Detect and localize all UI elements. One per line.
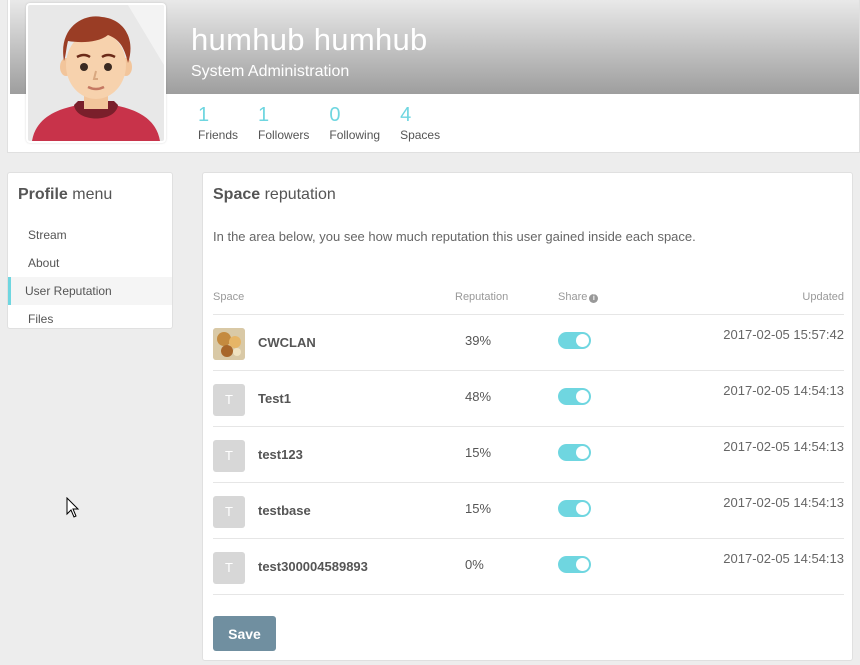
sidebar-item-files[interactable]: Files (8, 305, 172, 333)
column-header-share-label: Share (558, 291, 588, 303)
profile-menu-title-bold: Profile (18, 186, 68, 203)
share-toggle[interactable] (558, 388, 591, 405)
space-logo-icon (213, 328, 245, 360)
space-name[interactable]: testbase (258, 503, 311, 518)
share-toggle[interactable] (558, 332, 591, 349)
stat-count: 0 (329, 104, 341, 126)
sidebar-item-user-reputation[interactable]: User Reputation (8, 277, 172, 305)
column-header-space: Space (213, 291, 245, 303)
toggle-knob (576, 446, 589, 459)
updated-timestamp: 2017-02-05 14:54:13 (723, 551, 844, 566)
stat-count: 1 (198, 104, 210, 126)
panel-title-bold: Space (213, 186, 261, 203)
reputation-value: 15% (465, 501, 492, 516)
info-icon[interactable]: i (589, 294, 599, 303)
toggle-knob (576, 558, 589, 571)
reputation-value: 15% (465, 445, 492, 460)
stat-friends[interactable]: 1 Friends (198, 103, 238, 143)
profile-menu-title: Profile menu (8, 173, 172, 221)
table-row: T test123 15% 2017-02-05 14:54:13 (213, 427, 844, 483)
profile-menu: Profile menu Stream About User Reputatio… (7, 172, 173, 329)
profile-menu-title-rest: menu (67, 186, 113, 203)
space-name[interactable]: Test1 (258, 391, 291, 406)
table-row: T testbase 15% 2017-02-05 14:54:13 (213, 483, 844, 539)
avatar[interactable] (26, 3, 166, 143)
panel-description: In the area below, you see how much repu… (213, 229, 696, 244)
column-header-share: Share i (558, 291, 599, 303)
toggle-knob (576, 502, 589, 515)
mouse-cursor-icon (66, 497, 80, 518)
space-image[interactable]: T (213, 552, 245, 584)
table-row: CWCLAN 39% 2017-02-05 15:57:42 (213, 315, 844, 371)
stat-label: Friends (198, 128, 239, 142)
sidebar-item-about[interactable]: About (8, 249, 172, 277)
space-image[interactable]: T (213, 496, 245, 528)
table-header: Space Reputation Share i Updated (213, 283, 844, 315)
profile-name: humhub humhub (191, 22, 428, 57)
space-image[interactable]: T (213, 440, 245, 472)
space-reputation-panel: Space reputation In the area below, you … (202, 172, 853, 661)
toggle-knob (576, 334, 589, 347)
panel-title-rest: reputation (260, 186, 336, 203)
column-header-updated: Updated (802, 291, 844, 303)
sidebar-item-stream[interactable]: Stream (8, 221, 172, 249)
table-row: T test300004589893 0% 2017-02-05 14:54:1… (213, 539, 844, 595)
share-toggle[interactable] (558, 556, 591, 573)
reputation-value: 39% (465, 333, 492, 348)
stat-label: Spaces (400, 128, 441, 142)
updated-timestamp: 2017-02-05 14:54:13 (723, 495, 844, 510)
profile-header: humhub humhub System Administration 1 Fr… (7, 0, 860, 153)
column-header-reputation: Reputation (455, 291, 509, 303)
share-toggle[interactable] (558, 444, 591, 461)
stat-following[interactable]: 0 Following (329, 103, 380, 143)
profile-subtitle: System Administration (191, 63, 350, 80)
stat-followers[interactable]: 1 Followers (258, 103, 309, 143)
space-name[interactable]: CWCLAN (258, 335, 316, 350)
stat-spaces[interactable]: 4 Spaces (400, 103, 440, 143)
profile-stats: 1 Friends 1 Followers 0 Following 4 Spac… (198, 103, 460, 143)
avatar-illustration (28, 5, 164, 141)
reputation-table: Space Reputation Share i Updated CWCLAN 3… (213, 283, 844, 595)
updated-timestamp: 2017-02-05 14:54:13 (723, 383, 844, 398)
stat-count: 1 (258, 104, 270, 126)
updated-timestamp: 2017-02-05 15:57:42 (723, 327, 844, 342)
share-toggle[interactable] (558, 500, 591, 517)
toggle-knob (576, 390, 589, 403)
space-image[interactable] (213, 328, 245, 360)
updated-timestamp: 2017-02-05 14:54:13 (723, 439, 844, 454)
save-button[interactable]: Save (213, 616, 276, 651)
panel-title: Space reputation (213, 186, 336, 204)
space-name[interactable]: test300004589893 (258, 559, 368, 574)
stat-label: Followers (258, 128, 310, 142)
reputation-value: 48% (465, 389, 492, 404)
table-row: T Test1 48% 2017-02-05 14:54:13 (213, 371, 844, 427)
stat-label: Following (329, 128, 381, 142)
reputation-value: 0% (465, 557, 484, 572)
space-image[interactable]: T (213, 384, 245, 416)
stat-count: 4 (400, 104, 412, 126)
space-name[interactable]: test123 (258, 447, 303, 462)
